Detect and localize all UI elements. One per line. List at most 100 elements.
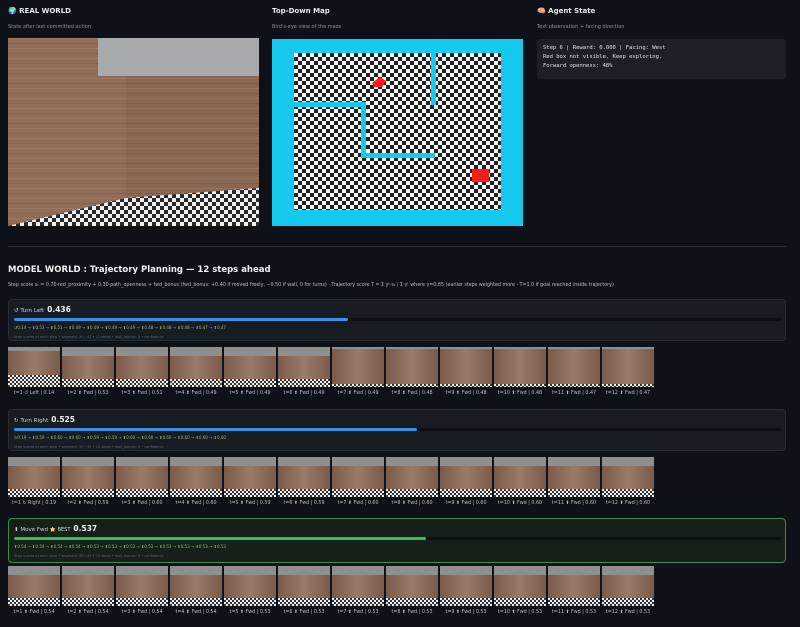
plan-note: Step scores at each step • segment: 30 /… xyxy=(14,335,164,339)
trajectory-frame xyxy=(62,347,114,387)
trajectory-caption: t=1 ↻ Right | 0.19 xyxy=(12,501,56,506)
trajectory-frame xyxy=(224,566,276,606)
trajectory-frame xyxy=(386,457,438,497)
trajectory-frame xyxy=(8,347,60,387)
trajectory-frame xyxy=(116,566,168,606)
trajectory-caption: t=1 ⬆ Fwd | 0.54 xyxy=(13,610,55,615)
trajectory-caption: t=12 ⬆ Fwd | 0.53 xyxy=(605,610,651,615)
trajectory-frame xyxy=(602,457,654,497)
section-divider xyxy=(8,246,786,247)
trajectory-caption: t=8 ⬆ Fwd | 0.60 xyxy=(391,501,433,506)
plan-label: ⬆ Move Fwd ⭐ BEST 0.537 xyxy=(14,524,98,533)
trajectory-frame xyxy=(494,347,546,387)
trajectory-frame xyxy=(116,457,168,497)
agent-marker-icon xyxy=(372,77,386,87)
model-world-subtitle: Step score sₜ = 0.70·red_proximity + 0.3… xyxy=(8,283,614,288)
trajectory-frame xyxy=(278,566,330,606)
trajectory-captions-turn-right: t=1 ↻ Right | 0.19 t=2 ⬆ Fwd | 0.59 t=3 ⬆ … xyxy=(8,501,656,509)
score-bar xyxy=(14,318,781,321)
maze-floor xyxy=(294,53,501,210)
trajectory-frame xyxy=(116,347,168,387)
trajectory-frame xyxy=(224,347,276,387)
real-world-title: 🌍 REAL WORLD xyxy=(8,7,71,15)
maze-wall xyxy=(361,153,435,158)
plan-panel-move-fwd: ⬆ Move Fwd ⭐ BEST 0.537 ⬆0.54 → ⬆0.54 → ⬆… xyxy=(8,518,786,563)
trajectory-captions-move-fwd: t=1 ⬆ Fwd | 0.54 t=2 ⬆ Fwd | 0.54 t=3 ⬆ Fw… xyxy=(8,610,656,618)
first-person-render xyxy=(8,38,259,226)
trajectory-caption: t=10 ⬆ Fwd | 0.48 xyxy=(497,391,543,396)
plan-panel-turn-left: ↺ Turn Left 0.436 ↺0.14 → ⬆0.53 → ⬆0.51 →… xyxy=(8,299,786,341)
state-line-1: Step 6 | Reward: 0.000 | Facing: West xyxy=(543,45,666,51)
trajectory-frame xyxy=(332,347,384,387)
red-goal-box xyxy=(472,169,489,182)
score-bar-fill xyxy=(14,318,349,321)
real-world-view xyxy=(8,38,259,226)
trajectory-caption: t=3 ⬆ Fwd | 0.60 xyxy=(121,501,163,506)
trajectory-caption: t=9 ⬆ Fwd | 0.53 xyxy=(445,610,487,615)
trajectory-caption: t=3 ⬆ Fwd | 0.51 xyxy=(121,391,163,396)
state-line-2: Red box not visible. Keep exploring. xyxy=(543,54,663,60)
trajectory-frame xyxy=(170,347,222,387)
plan-label: ↺ Turn Left 0.436 xyxy=(14,305,71,314)
score-bar xyxy=(14,428,781,431)
map-title: Top-Down Map xyxy=(272,7,330,15)
trajectory-caption: t=11 ⬆ Fwd | 0.60 xyxy=(551,501,597,506)
trajectory-caption: t=5 ⬆ Fwd | 0.49 xyxy=(229,391,271,396)
trajectory-caption: t=4 ⬆ Fwd | 0.49 xyxy=(175,391,217,396)
trajectory-caption: t=2 ⬆ Fwd | 0.54 xyxy=(67,610,109,615)
trajectory-frame xyxy=(62,457,114,497)
state-line-3: Forward openness: 48% xyxy=(543,63,613,69)
agent-state-box: Step 6 | Reward: 0.000 | Facing: West Re… xyxy=(537,39,786,79)
trajectory-frame xyxy=(440,457,492,497)
score-bar xyxy=(14,537,781,540)
trajectory-caption: t=11 ⬆ Fwd | 0.47 xyxy=(551,391,597,396)
trajectory-caption: t=10 ⬆ Fwd | 0.60 xyxy=(497,501,543,506)
trajectory-frame xyxy=(224,457,276,497)
trajectory-frame xyxy=(440,566,492,606)
model-world-title: MODEL WORLD : Trajectory Planning — 12 s… xyxy=(8,265,271,275)
top-down-map xyxy=(272,39,523,226)
trajectory-frame xyxy=(170,566,222,606)
real-world-subtitle: State after last committed action xyxy=(8,24,91,30)
trajectory-frame xyxy=(602,566,654,606)
trajectory-caption: t=3 ⬆ Fwd | 0.54 xyxy=(121,610,163,615)
score-bar-fill xyxy=(14,428,417,431)
trajectory-caption: t=9 ⬆ Fwd | 0.48 xyxy=(445,391,487,396)
trajectory-captions-turn-left: t=1 ↺ Left | 0.14 t=2 ⬆ Fwd | 0.53 t=3 ⬆ F… xyxy=(8,391,656,399)
score-bar-fill xyxy=(14,537,426,540)
plan-panel-turn-right: ↻ Turn Right 0.525 ↻0.19 → ⬆0.59 → ⬆0.60 … xyxy=(8,409,786,451)
maze-wall xyxy=(431,53,436,105)
trajectory-frame xyxy=(62,566,114,606)
trajectory-frame xyxy=(494,566,546,606)
trajectory-frame xyxy=(278,347,330,387)
trajectory-frame xyxy=(8,566,60,606)
trajectory-caption: t=2 ⬆ Fwd | 0.53 xyxy=(67,391,109,396)
trajectory-frame xyxy=(548,457,600,497)
maze-wall xyxy=(361,102,366,156)
trajectory-caption: t=4 ⬆ Fwd | 0.60 xyxy=(175,501,217,506)
best-badge: ⭐ BEST xyxy=(49,527,71,533)
trajectory-caption: t=8 ⬆ Fwd | 0.53 xyxy=(391,610,433,615)
map-subtitle: Bird's-eye view of the maze xyxy=(272,24,342,30)
trajectory-frame xyxy=(440,347,492,387)
trajectory-frame xyxy=(170,457,222,497)
trajectory-caption: t=11 ⬆ Fwd | 0.53 xyxy=(551,610,597,615)
maze-wall xyxy=(294,102,366,107)
trajectory-caption: t=6 ⬆ Fwd | 0.53 xyxy=(283,610,325,615)
trajectory-frame xyxy=(602,347,654,387)
trajectory-caption: t=5 ⬆ Fwd | 0.59 xyxy=(229,501,271,506)
trajectory-frame xyxy=(8,457,60,497)
trajectory-caption: t=7 ⬆ Fwd | 0.49 xyxy=(337,391,379,396)
step-score-chain: ↻0.19 → ⬆0.59 → ⬆0.60 → ⬆0.60 → ⬆0.59 → … xyxy=(14,435,226,440)
trajectory-caption: t=1 ↺ Left | 0.14 xyxy=(13,391,55,396)
trajectory-frame xyxy=(332,457,384,497)
trajectory-frame xyxy=(386,566,438,606)
agent-state-title: 🧠 Agent State xyxy=(537,7,596,15)
plan-label: ↻ Turn Right 0.525 xyxy=(14,415,75,424)
trajectory-frames-turn-right xyxy=(8,457,656,497)
trajectory-caption: t=7 ⬆ Fwd | 0.60 xyxy=(337,501,379,506)
agent-state-subtitle: Text observation + facing direction xyxy=(537,24,625,30)
plan-score: 0.436 xyxy=(47,305,71,314)
trajectory-caption: t=6 ⬆ Fwd | 0.49 xyxy=(283,391,325,396)
trajectory-frame xyxy=(548,347,600,387)
